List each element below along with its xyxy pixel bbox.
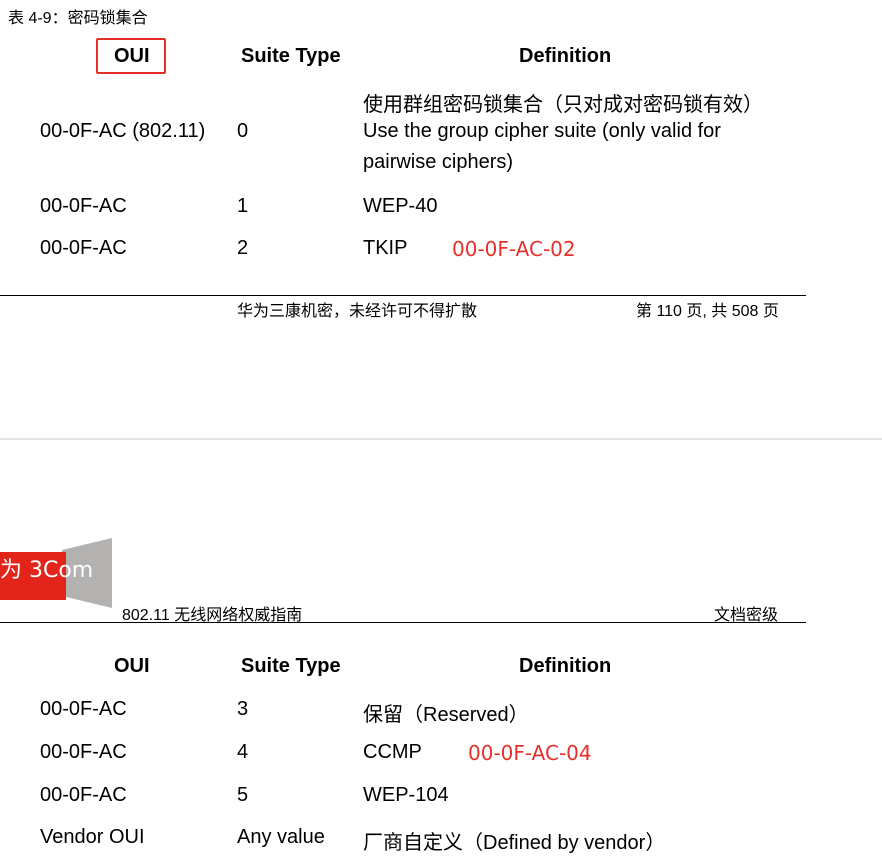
annotation-oui-code: 00-0F-AC-04 <box>468 741 592 765</box>
header-oui: OUI <box>114 655 150 677</box>
table-row-type: 2 <box>237 237 249 259</box>
header-rule <box>0 622 806 623</box>
header-oui: OUI <box>114 45 150 67</box>
table-row-oui: 00-0F-AC (802.11) <box>40 120 206 142</box>
table-row-oui: Vendor OUI <box>40 826 145 848</box>
annotation-oui-code: 00-0F-AC-02 <box>452 237 576 261</box>
table-row-definition-line: pairwise ciphers) <box>363 151 514 173</box>
table-row-oui: 00-0F-AC <box>40 237 127 259</box>
table-row-oui: 00-0F-AC <box>40 195 127 217</box>
table-row-definition: TKIP <box>363 237 408 259</box>
table-row-definition: CCMP <box>363 741 422 763</box>
table-row-type: 1 <box>237 195 249 217</box>
company-logo: 为 3Com <box>0 538 112 608</box>
table-row-type: 0 <box>237 120 249 142</box>
table-row-type: Any value <box>237 826 325 848</box>
page-separator <box>0 438 882 440</box>
logo-text: 为 3Com <box>0 558 94 583</box>
header-suite-type: Suite Type <box>241 655 341 677</box>
table-row-definition: WEP-40 <box>363 195 438 217</box>
table-row-definition-line: 使用群组密码锁集合（只对成对密码锁有效） <box>363 94 763 116</box>
table-row-definition: 保留（Reserved） <box>363 704 529 726</box>
footer-confidential: 华为三康机密，未经许可不得扩散 <box>237 303 478 320</box>
footer-rule <box>0 295 806 296</box>
table-row-definition-line: Use the group cipher suite (only valid f… <box>363 120 721 142</box>
table-row-oui: 00-0F-AC <box>40 741 127 763</box>
table-row-type: 3 <box>237 698 249 720</box>
table-row-oui: 00-0F-AC <box>40 698 127 720</box>
table-caption: 表 4-9：密码锁集合 <box>8 10 148 27</box>
header-definition: Definition <box>519 45 612 67</box>
table-row-definition: WEP-104 <box>363 784 449 806</box>
table-row-type: 5 <box>237 784 249 806</box>
table-row-definition: 厂商自定义（Defined by vendor） <box>363 832 666 854</box>
header-suite-type: Suite Type <box>241 45 341 67</box>
footer-page-number: 第 110 页, 共 508 页 <box>636 303 779 320</box>
table-row-oui: 00-0F-AC <box>40 784 127 806</box>
header-definition: Definition <box>519 655 612 677</box>
table-row-type: 4 <box>237 741 249 763</box>
